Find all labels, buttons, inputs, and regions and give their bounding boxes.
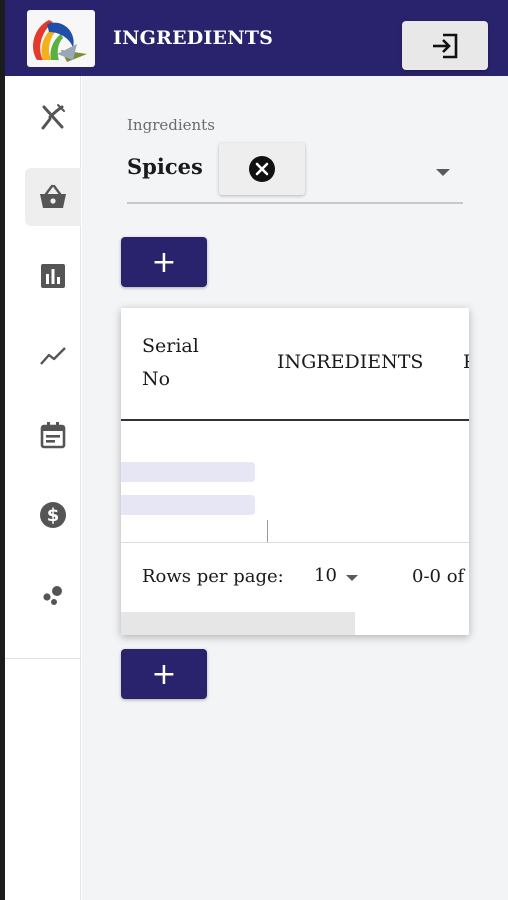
rows-per-page-select[interactable]: 10 [314,565,337,586]
page-title: INGREDIENTS [113,27,274,49]
clear-selection-button[interactable] [219,143,305,195]
sidebar-item-trends[interactable] [25,326,81,384]
logout-button[interactable] [402,21,488,70]
sidebar-divider [5,658,81,659]
sidebar-item-reports[interactable] [25,247,81,305]
sidebar-item-calendar[interactable] [25,406,81,464]
rows-per-page-label: Rows per page: [142,566,284,587]
loading-skeleton-row [121,495,255,515]
footer-divider [121,542,469,543]
column-header-ingredients[interactable]: INGREDIENTS [277,351,423,373]
sidebar-item-more[interactable] [25,566,81,624]
clear-circle-icon [249,156,275,182]
ingredients-select-label: Ingredients [127,116,215,134]
logout-icon [433,33,458,58]
column-resize-handle[interactable] [267,520,268,542]
bar-chart-icon [41,264,65,288]
pagination-range: 0-0 of [412,566,465,587]
trending-line-icon [40,347,66,365]
ingredients-select-value[interactable]: Spices [127,154,203,179]
column-header-serial-no[interactable]: Serial No [142,330,222,396]
loading-skeleton-row [121,462,255,482]
horizontal-scrollbar[interactable] [121,612,469,635]
app-logo[interactable] [27,10,95,67]
sidebar-item-billing[interactable]: $ [25,486,81,544]
header-divider [121,419,469,421]
logo-graphic [33,20,87,62]
sidebar: $ [5,76,81,900]
ingredients-table: Serial No INGREDIENTS P Rows per page: 1… [121,308,469,635]
caret-down-icon[interactable] [436,169,450,176]
scrollbar-thumb[interactable] [121,612,355,635]
sidebar-item-menu[interactable] [25,89,81,147]
bubbles-icon [43,586,62,605]
calendar-icon [40,422,66,449]
basket-icon [40,184,66,208]
fork-knife-icon [41,104,65,130]
sidebar-item-ingredients[interactable] [25,168,81,226]
select-underline [127,202,463,204]
app-header: INGREDIENTS [5,0,508,76]
column-header-truncated[interactable]: P [463,351,469,373]
dollar-icon: $ [40,502,66,528]
main-content: Ingredients Spices + Serial No INGREDIEN… [82,76,508,900]
chevron-down-icon[interactable] [346,575,358,581]
svg-text:$: $ [47,505,60,526]
add-ingredient-button[interactable]: + [121,237,207,287]
add-row-button[interactable]: + [121,649,207,699]
